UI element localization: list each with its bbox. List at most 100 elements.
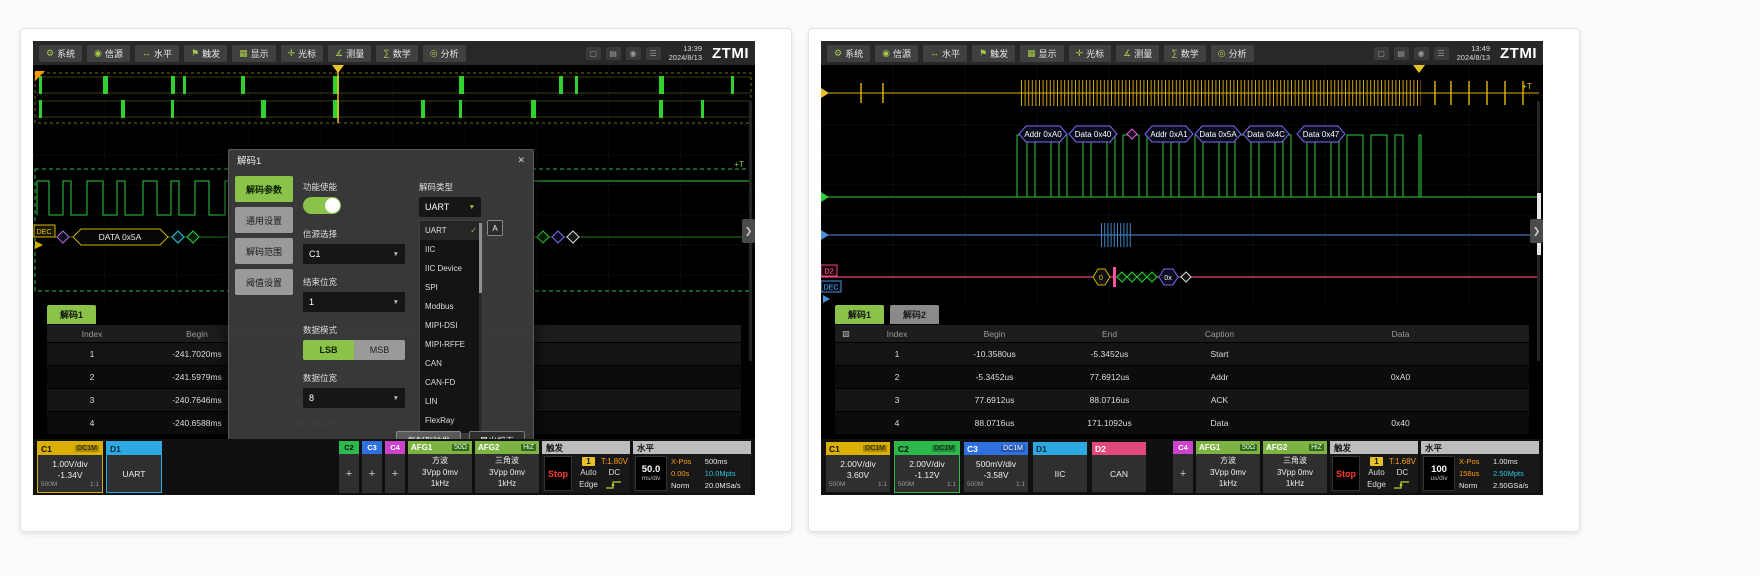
menu-system[interactable]: ⚙系统	[827, 45, 870, 62]
add-channel-c4[interactable]: C4 +	[385, 441, 405, 493]
channel-c3-block[interactable]: C3DC1M 500mV/div-3.58V 500M1:1	[963, 441, 1029, 493]
trigger-block[interactable]: 触发 Stop 1 T:1.68V Auto DC Edge	[1330, 441, 1418, 493]
afg1-block[interactable]: AFG150Ω 方波3Vpp 0mv1kHz	[1196, 441, 1260, 493]
right-trigger-tag: +T	[734, 160, 744, 169]
memory-depth: 2.50Mpts	[1493, 469, 1537, 478]
menu-system[interactable]: ⚙系统	[39, 45, 82, 62]
menu-horizontal[interactable]: ↔水平	[923, 45, 967, 62]
channel-d1-block[interactable]: D1 UART	[106, 441, 162, 493]
menu-trigger[interactable]: ⚑触发	[972, 45, 1015, 62]
menu-measure[interactable]: ∡测量	[328, 45, 371, 62]
timebase-box[interactable]: 100us/div	[1423, 456, 1455, 491]
horizontal-icon: ↔	[142, 49, 151, 58]
menu-label: 信源	[105, 47, 123, 60]
horizontal-block[interactable]: 水平 50.0ms/div X-Pos 500ms 0.00s 10.0Mpts…	[633, 441, 751, 493]
add-channel-c4[interactable]: C4 +	[1173, 441, 1193, 493]
copy-to-trigger-button[interactable]: 复制到触发	[396, 431, 461, 439]
option-iic[interactable]: IIC	[420, 240, 482, 259]
source-select[interactable]: C1 ▼	[303, 244, 405, 264]
option-can[interactable]: CAN	[420, 354, 482, 373]
menu-trigger[interactable]: ⚑触发	[184, 45, 227, 62]
channel-d2-block[interactable]: D2 CAN	[1091, 441, 1147, 493]
menu-label: 数学	[393, 47, 411, 60]
screen-icon[interactable]: ▤	[1394, 47, 1409, 60]
option-spi[interactable]: SPI	[420, 278, 482, 297]
screen-icon[interactable]: ▤	[606, 47, 621, 60]
data-bits-select[interactable]: 8 ▼	[303, 388, 405, 408]
source-label: 信源选择	[303, 228, 405, 240]
trigger-block[interactable]: 触发 Stop 1 T:1.80V Auto DC Edge	[542, 441, 630, 493]
menu-source[interactable]: ◉信源	[87, 45, 130, 62]
table-row[interactable]: 377.6912us88.0716usACK	[835, 388, 1529, 411]
afg1-block[interactable]: AFG150Ω 方波3Vpp 0mv1kHz	[408, 441, 472, 493]
tab-general-settings[interactable]: 通用设置	[235, 207, 293, 233]
menu-source[interactable]: ◉信源	[875, 45, 918, 62]
decode-type-dropdown: UART✓ IIC IIC Device SPI Modbus MIPI-DSI…	[419, 220, 483, 434]
mouse-icon[interactable]: ◉	[1414, 47, 1429, 60]
horizontal-block[interactable]: 水平 100us/div X-Pos 1.00ms 158us 2.50Mpts…	[1421, 441, 1539, 493]
menu-cursor[interactable]: ✛光标	[1069, 45, 1112, 62]
screenshot-icon[interactable]: ▢	[586, 47, 601, 60]
close-icon[interactable]: ✕	[517, 155, 525, 166]
timebase-box[interactable]: 50.0ms/div	[635, 456, 667, 491]
menu-analysis[interactable]: ◎分析	[423, 45, 466, 62]
menu-cursor[interactable]: ✛光标	[281, 45, 324, 62]
option-uart[interactable]: UART✓	[420, 221, 482, 240]
add-channel-c3[interactable]: C3 +	[362, 441, 382, 493]
acquisition-state[interactable]: Stop	[1332, 456, 1360, 491]
decode-dialog: 解码1 ✕ 解码参数 通用设置 解码范围 阈值设置 功能使能 信源选择	[228, 149, 534, 439]
tab-decode1[interactable]: 解码1	[835, 305, 884, 324]
menu-measure[interactable]: ∡测量	[1116, 45, 1159, 62]
tab-threshold-settings[interactable]: 阈值设置	[235, 269, 293, 295]
enable-toggle[interactable]	[303, 197, 341, 214]
stopbit-select[interactable]: 1 ▼	[303, 292, 405, 312]
channel-c1-block[interactable]: C1DC1M 2.00V/div3.60V 500M1:1	[825, 441, 891, 493]
tab-decode1[interactable]: 解码1	[47, 305, 96, 324]
menu-analysis[interactable]: ◎分析	[1211, 45, 1254, 62]
tab-decode-range[interactable]: 解码范围	[235, 238, 293, 264]
table-row[interactable]: 2-5.3452us77.6912usAddr0xA0	[835, 365, 1529, 388]
afg2-block[interactable]: AFG2HiZ 三角波3Vpp 0mv1kHz	[1263, 441, 1327, 493]
panel-expand-button[interactable]: ❯	[1530, 219, 1543, 243]
tab-decode-params[interactable]: 解码参数	[235, 176, 293, 202]
menu-horizontal[interactable]: ↔水平	[135, 45, 179, 62]
touch-icon[interactable]: ☰	[1434, 47, 1449, 60]
keyboard-input-button[interactable]: A	[487, 220, 503, 236]
menu-display[interactable]: ▦显示	[232, 45, 276, 62]
display-icon: ▦	[239, 49, 248, 58]
menu-math[interactable]: ∑数学	[376, 45, 417, 62]
delay-value: 0.00s	[671, 469, 700, 478]
screenshot-icon[interactable]: ▢	[1374, 47, 1389, 60]
table-row[interactable]: 488.0716us171.1092usData0x40	[835, 411, 1529, 434]
msb-option[interactable]: MSB	[354, 340, 405, 360]
mouse-icon[interactable]: ◉	[626, 47, 641, 60]
acquisition-state[interactable]: Stop	[544, 456, 572, 491]
svg-text:0: 0	[1099, 275, 1103, 282]
option-lin[interactable]: LIN	[420, 392, 482, 411]
table-expand-icon[interactable]: ▧	[835, 329, 857, 338]
dropdown-scrollbar[interactable]	[479, 221, 482, 433]
menu-display[interactable]: ▦显示	[1020, 45, 1064, 62]
option-mipi-rffe[interactable]: MIPI-RFFE	[420, 335, 482, 354]
data-mode-label: 数据模式	[303, 324, 405, 336]
afg2-block[interactable]: AFG2HiZ 三角波3Vpp 0mv1kHz	[475, 441, 539, 493]
lsb-option[interactable]: LSB	[303, 340, 354, 360]
channel-c1-block[interactable]: C1DC1M 1.00V/div-1.34V 500M1:1	[37, 441, 103, 493]
option-modbus[interactable]: Modbus	[420, 297, 482, 316]
option-mipi-dsi[interactable]: MIPI-DSI	[420, 316, 482, 335]
add-channel-c2[interactable]: C2 +	[339, 441, 359, 493]
table-row[interactable]: 1-10.3580us-5.3452usStart	[835, 342, 1529, 365]
export-report-button[interactable]: 导出报表	[469, 431, 525, 439]
channel-d1-block[interactable]: D1 IIC	[1032, 441, 1088, 493]
panel-expand-button[interactable]: ❯	[742, 219, 755, 243]
dialog-title-bar[interactable]: 解码1 ✕	[229, 150, 533, 170]
menu-math[interactable]: ∑数学	[1164, 45, 1205, 62]
decode-type-select[interactable]: UART ▼	[419, 197, 481, 217]
channel-c2-block[interactable]: C2DC1M 2.00V/div-1.12V 500M1:1	[894, 441, 960, 493]
touch-icon[interactable]: ☰	[646, 47, 661, 60]
tab-decode2[interactable]: 解码2	[890, 305, 939, 324]
option-can-fd[interactable]: CAN-FD	[420, 373, 482, 392]
status-bar-right: C1DC1M 2.00V/div3.60V 500M1:1 C2DC1M 2.0…	[821, 439, 1543, 495]
option-iic-device[interactable]: IIC Device	[420, 259, 482, 278]
option-flexray[interactable]: FlexRay	[420, 411, 482, 430]
